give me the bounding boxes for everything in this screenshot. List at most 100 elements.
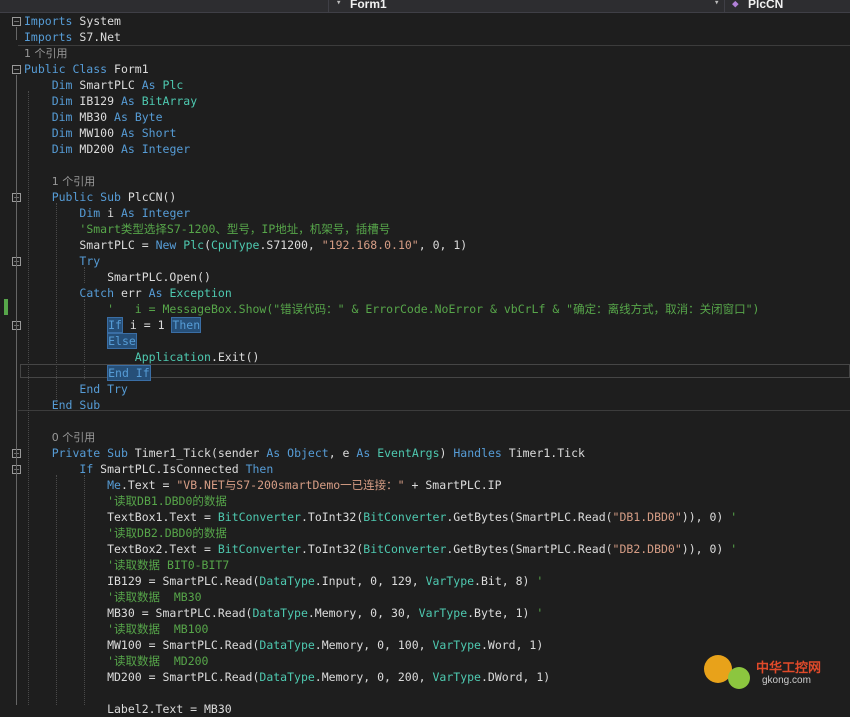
code-line[interactable]: 1 个引用 [24, 173, 850, 189]
watermark-url: gkong.com [762, 675, 811, 686]
class-dropdown[interactable]: Form1 [350, 0, 387, 12]
code-line[interactable]: 1 个引用 [24, 45, 850, 61]
code-line[interactable]: Else [24, 333, 850, 349]
code-token: BitArray [141, 94, 198, 108]
code-line[interactable]: TextBox1.Text = BitConverter.ToInt32(Bit… [24, 509, 850, 525]
code-line[interactable]: If SmartPLC.IsConnected Then [24, 461, 850, 477]
code-line[interactable]: Me.Text = "VB.NET与S7-200smartDemo一已连接：" … [24, 477, 850, 493]
code-token: , 0, 1) [418, 238, 468, 252]
code-line[interactable]: Dim MB30 As Byte [24, 109, 850, 125]
code-line[interactable]: Dim IB129 As BitArray [24, 93, 850, 109]
code-token: End Sub [51, 398, 101, 412]
code-token: End If [107, 365, 151, 381]
reference-count-link[interactable]: 1 个引用 [52, 175, 96, 188]
reference-count-link[interactable]: 1 个引用 [24, 47, 68, 60]
code-token: '读取数据 MB100 [107, 622, 209, 636]
code-token: Timer1_Tick(sender [127, 446, 267, 460]
code-line[interactable]: '读取数据 MB30 [24, 589, 850, 605]
code-line[interactable]: SmartPLC.Open() [24, 269, 850, 285]
code-token: Dim [51, 110, 73, 124]
code-line[interactable]: Public Sub PlcCN() [24, 189, 850, 205]
code-token: Public Class [24, 62, 108, 76]
code-line[interactable]: Try [24, 253, 850, 269]
code-token: err [114, 286, 149, 300]
code-token: End Try [79, 382, 128, 396]
gear-logo-icon [728, 667, 750, 689]
code-line[interactable]: Public Class Form1 [24, 61, 850, 77]
chevron-down-icon[interactable]: ▾ [714, 0, 719, 8]
code-line[interactable]: 0 个引用 [24, 429, 850, 445]
code-line[interactable]: Dim SmartPLC As Plc [24, 77, 850, 93]
code-line[interactable]: '读取DB1.DBD0的数据 [24, 493, 850, 509]
code-line[interactable] [24, 413, 850, 429]
code-line[interactable]: MB30 = SmartPLC.Read(DataType.Memory, 0,… [24, 605, 850, 621]
code-line[interactable]: Application.Exit() [24, 349, 850, 365]
code-token: As [120, 142, 135, 156]
code-token: As [120, 126, 135, 140]
code-token: BitConverter [217, 542, 301, 556]
code-line[interactable]: ' i = MessageBox.Show("错误代码：" & ErrorCod… [24, 301, 850, 317]
code-token: Imports [24, 14, 73, 28]
code-line[interactable]: Label2.Text = MB30 [24, 701, 850, 717]
code-line[interactable]: End Try [24, 381, 850, 397]
code-line[interactable]: End If [24, 365, 850, 381]
code-token: Integer [141, 142, 191, 156]
member-dropdown[interactable]: PlcCN [748, 0, 783, 12]
code-token: )), 0) [681, 542, 731, 556]
code-line[interactable]: Dim MD200 As Integer [24, 141, 850, 157]
code-line[interactable]: Private Sub Timer1_Tick(sender As Object… [24, 445, 850, 461]
code-token: SmartPLC.IsConnected [93, 462, 246, 476]
code-token: Form1 [107, 62, 149, 76]
code-line[interactable]: '读取数据 MB100 [24, 621, 850, 637]
code-token: Handles [453, 446, 502, 460]
code-line[interactable]: 'Smart类型选择S7-1200、型号，IP地址，机架号，插槽号 [24, 221, 850, 237]
code-token: Plc [183, 238, 205, 252]
code-token: ( [204, 238, 211, 252]
code-line[interactable]: TextBox2.Text = BitConverter.ToInt32(Bit… [24, 541, 850, 557]
code-line[interactable]: End Sub [24, 397, 850, 413]
code-token: MD200 [72, 142, 121, 156]
code-token: IB129 [72, 94, 121, 108]
code-token: MB30 = SmartPLC.Read( [24, 606, 253, 620]
code-line[interactable]: '读取数据 BIT0-BIT7 [24, 557, 850, 573]
code-line[interactable]: If i = 1 Then [24, 317, 850, 333]
code-line[interactable]: IB129 = SmartPLC.Read(DataType.Input, 0,… [24, 573, 850, 589]
code-line[interactable]: Catch err As Exception [24, 285, 850, 301]
code-token: VarType [432, 638, 481, 652]
code-editor[interactable]: Imports System Imports S7.Net 1 个引用 Public … [24, 13, 850, 717]
code-line[interactable] [24, 157, 850, 173]
code-token: '读取数据 MD200 [107, 654, 209, 668]
code-token: Catch [79, 286, 115, 300]
code-token: Plc [162, 78, 184, 92]
code-line[interactable]: SmartPLC = New Plc(CpuType.S71200, "192.… [24, 237, 850, 253]
code-token: IB129 = SmartPLC.Read( [24, 574, 260, 588]
change-indicator [4, 299, 8, 315]
reference-count-link[interactable]: 0 个引用 [52, 431, 96, 444]
code-token: .GetBytes(SmartPLC.Read( [446, 510, 613, 524]
code-line[interactable]: Imports System [24, 13, 850, 29]
collapse-icon[interactable]: − [12, 65, 21, 74]
code-line[interactable]: Imports S7.Net [24, 29, 850, 45]
code-line[interactable]: Dim MW100 As Short [24, 125, 850, 141]
collapse-icon[interactable]: − [12, 17, 21, 26]
code-token: .Memory, 0, 200, [314, 670, 433, 684]
code-token: VarType [425, 574, 475, 588]
code-token: CpuType [211, 238, 260, 252]
code-line[interactable]: '读取DB2.DBD0的数据 [24, 525, 850, 541]
code-token: '读取数据 BIT0-BIT7 [107, 558, 230, 572]
code-token: DataType [259, 574, 315, 588]
code-token: As [148, 286, 163, 300]
code-token: DataType [259, 638, 315, 652]
code-line[interactable]: Dim i As Integer [24, 205, 850, 221]
